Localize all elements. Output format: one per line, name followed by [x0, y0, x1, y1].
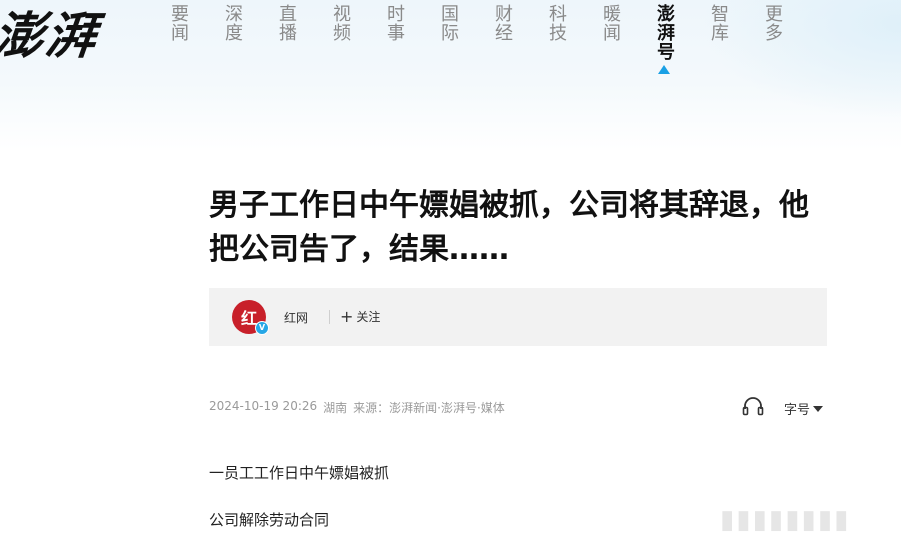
article-title: 男子工作日中午嫖娼被抓，公司将其辞退，他把公司告了，结果……	[209, 188, 809, 267]
nav-label: 深度	[222, 4, 243, 42]
nav-item-shishi[interactable]: 时事	[367, 4, 421, 74]
article-paragraph: 一员工工作日中午嫖娼被抓	[209, 464, 390, 482]
follow-label: 关注	[356, 310, 381, 324]
nav-label: 财经	[492, 4, 513, 42]
nav-item-shipin[interactable]: 视频	[313, 4, 367, 74]
nav-label: 时事	[384, 4, 405, 42]
article-paragraph: 公司解除劳动合同	[209, 511, 330, 529]
headphone-icon[interactable]	[742, 396, 764, 416]
source: 来源：澎湃新闻·澎湃号·媒体	[353, 401, 505, 415]
nav-label: 暖闻	[600, 4, 621, 42]
plus-icon: +	[340, 306, 354, 326]
font-size-button[interactable]: 字号	[784, 399, 824, 418]
nav-item-pengpaihao[interactable]: 澎湃号	[637, 4, 691, 74]
font-size-label: 字号	[784, 403, 811, 418]
article-meta: 2024-10-19 20:26 湖南 来源：澎湃新闻·澎湃号·媒体	[209, 399, 505, 416]
nav-item-caijing[interactable]: 财经	[475, 4, 529, 74]
nav-label: 国际	[438, 4, 459, 42]
nav-item-keji[interactable]: 科技	[529, 4, 583, 74]
author-name[interactable]: 红网	[284, 309, 308, 326]
main-nav: 要闻 深度 直播 视频 时事 国际 财经 科技 暖闻 澎湃号 智库 更多	[151, 4, 799, 74]
nav-label: 智库	[708, 4, 729, 42]
nav-item-guoji[interactable]: 国际	[421, 4, 475, 74]
author-card: 红 V 红网 + 关注	[209, 288, 827, 346]
nav-item-yaowen[interactable]: 要闻	[151, 4, 205, 74]
nav-item-nuanwen[interactable]: 暖闻	[583, 4, 637, 74]
nav-item-shendu[interactable]: 深度	[205, 4, 259, 74]
nav-label: 更多	[762, 4, 783, 42]
nav-label: 科技	[546, 4, 567, 42]
nav-item-zhiku[interactable]: 智库	[691, 4, 745, 74]
nav-label: 澎湃号	[654, 4, 675, 61]
active-indicator-icon	[658, 65, 670, 74]
verified-icon: V	[255, 321, 269, 335]
caret-down-icon	[813, 405, 824, 412]
watermark: ▮▮▮▮▮▮▮▮	[720, 505, 851, 535]
nav-item-gengduo[interactable]: 更多	[745, 4, 799, 74]
publish-time: 2024-10-19 20:26	[209, 399, 318, 413]
location: 湖南	[323, 401, 348, 415]
nav-label: 视频	[330, 4, 351, 42]
nav-item-zhibo[interactable]: 直播	[259, 4, 313, 74]
follow-button[interactable]: + 关注	[340, 308, 380, 325]
site-logo[interactable]: 澎湃	[0, 0, 102, 68]
nav-label: 直播	[276, 4, 297, 42]
nav-label: 要闻	[168, 4, 189, 42]
divider	[329, 310, 330, 324]
